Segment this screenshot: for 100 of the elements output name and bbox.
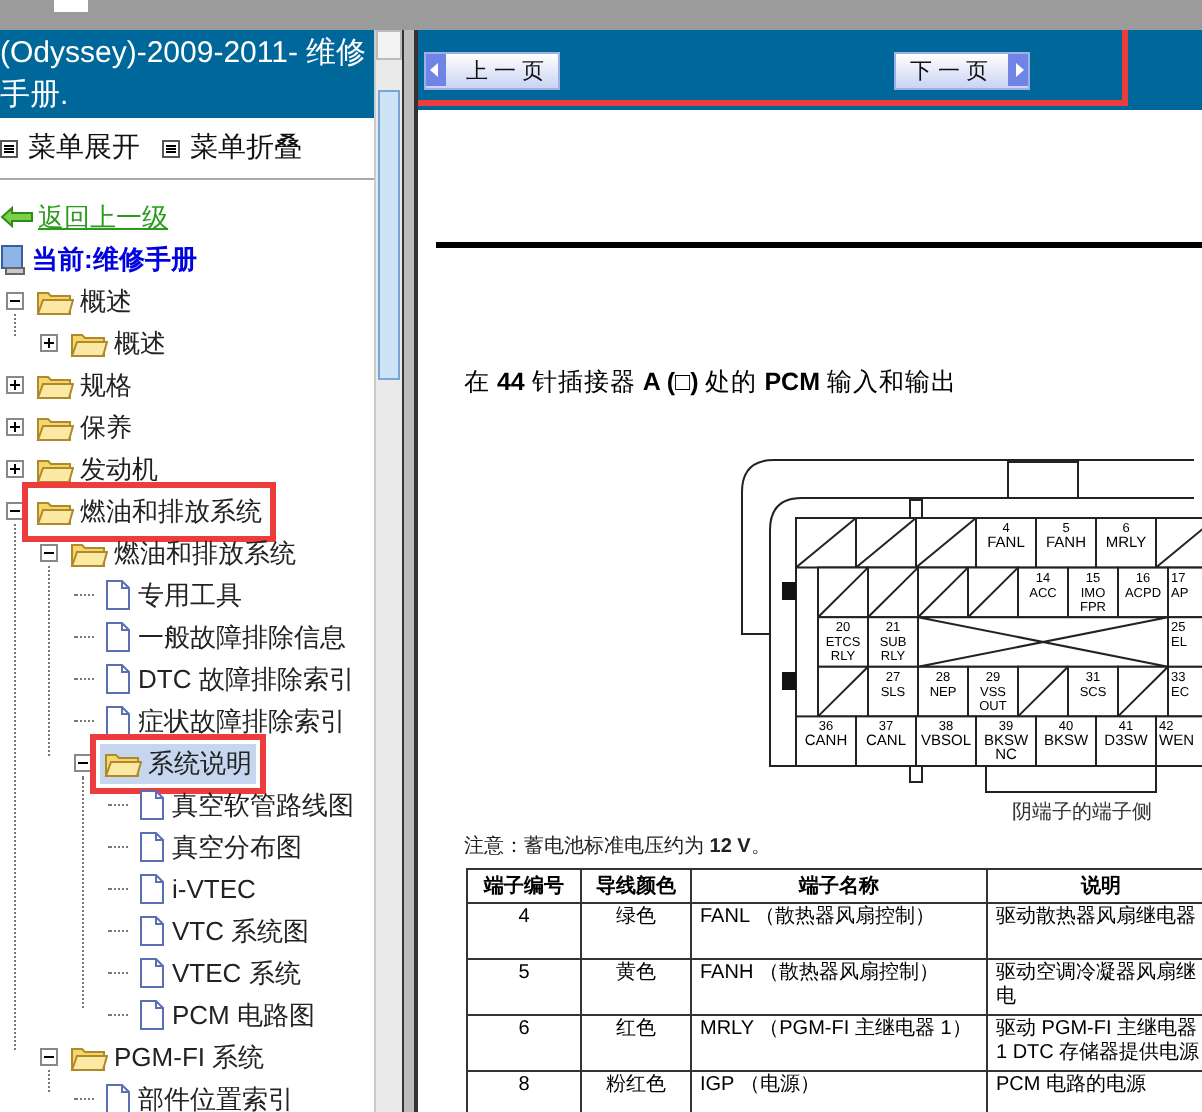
expander-icon[interactable] [40,334,58,352]
tree-item[interactable]: 系统说明 [100,743,256,783]
expander-icon[interactable] [74,754,92,772]
expander-icon[interactable] [40,544,58,562]
pin-cell [1035,517,1097,569]
scrollbar[interactable] [374,30,402,1112]
column-header: 端子名称 [691,869,987,903]
tree-item[interactable]: PGM-FI 系统 [66,1037,269,1077]
unused-pin-cell [915,517,977,569]
expander-icon[interactable] [6,418,24,436]
document-icon [138,872,166,906]
menu-link[interactable]: 菜单折叠 [190,130,302,166]
pin-cell [867,665,919,718]
tree-item[interactable]: 部件位置索引 [100,1079,298,1112]
pin-cell [1017,566,1069,619]
tree-connector-line [74,1098,94,1100]
tab-stub [54,0,88,12]
folder-icon [104,749,142,777]
table-cell: 4 [467,903,581,959]
pin-cell [1167,566,1202,619]
expander-icon[interactable] [6,502,24,520]
table-cell: FANH （散热器风扇控制） [691,959,987,1015]
splitter[interactable] [402,30,418,1112]
tree-item[interactable]: 真空分布图 [134,827,306,867]
tree-item[interactable]: PCM 电路图 [134,995,319,1035]
tree-item[interactable]: 保养 [32,407,136,447]
tree-item[interactable]: 症状故障排除索引 [100,701,350,741]
tree-item[interactable]: 燃油和排放系统 [66,533,300,573]
tree-connector-line [108,804,128,806]
arrow-right-icon [1008,54,1028,86]
tree-item[interactable]: 真空软管路线图 [134,785,358,825]
document-icon [104,704,132,738]
expander-icon[interactable] [6,292,24,310]
unused-pin-cell [855,517,917,569]
expander-icon[interactable] [40,1048,58,1066]
previous-page-button[interactable]: 上 一 页 [424,51,560,89]
pin-cell [975,517,1037,569]
tree-item[interactable]: 燃油和排放系统 [32,491,266,531]
tree-guide-line [14,314,16,336]
unused-pin-cell [1017,665,1069,718]
computer-icon [0,243,28,275]
tree-item[interactable]: i-VTEC [134,870,260,908]
pin-cell [915,715,977,767]
folder-icon [36,497,74,525]
table-cell: 6 [467,1015,581,1071]
document-icon [104,620,132,654]
table-cell: FANL （散热器风扇控制） [691,903,987,959]
menu-toggle-icon [162,139,180,157]
note-text: 注意：蓄电池标准电压约为 12 V。 [464,833,773,860]
tree-connector-line [74,678,94,680]
scrollbar-thumb[interactable] [378,90,400,380]
tree-connector-line [74,720,94,722]
tree-item[interactable]: 概述 [32,281,136,321]
pin-cell [1067,566,1119,619]
expander-icon[interactable] [6,460,24,478]
pin-cell [917,665,969,718]
table-cell: 8 [467,1071,581,1112]
expander-icon[interactable] [6,376,24,394]
back-link[interactable]: 返回上一级 [38,199,168,235]
unused-pin-cell [967,566,1019,619]
tree-connector-line [108,972,128,974]
arrow-left-icon [426,54,446,86]
table-cell: 绿色 [581,903,691,959]
menu-link[interactable]: 菜单展开 [28,130,140,166]
column-header: 端子编号 [467,869,581,903]
document-icon [138,956,166,990]
tree-item[interactable]: DTC 故障排除索引 [100,659,359,699]
document-icon [104,662,132,696]
folder-icon [70,329,108,357]
tree-item[interactable]: 发动机 [32,449,162,489]
latch-mark [782,582,796,600]
tree-guide-line [48,1070,50,1092]
document-icon [104,578,132,612]
next-page-button[interactable]: 下 一 页 [894,51,1030,89]
tree-item[interactable]: VTC 系统图 [134,911,314,951]
column-header: 导线颜色 [581,869,691,903]
table-cell: MRLY （PGM-FI 主继电器 1） [691,1015,987,1071]
pin-cell [1035,715,1097,767]
folder-icon [36,413,74,441]
section-heading: 在 44 针插接器 A (□) 处的 PCM 输入和输出 [464,368,959,398]
current-location: 当前:维修手册 [32,241,197,277]
unused-pin-cell [917,566,969,619]
tree-item[interactable]: 一般故障排除信息 [100,617,350,657]
tree-item[interactable]: 专用工具 [100,575,246,615]
tree-item[interactable]: 概述 [66,323,170,363]
pin-cell [967,665,1019,718]
unused-pin-cell [817,566,869,619]
tree-item[interactable]: 规格 [32,365,136,405]
pin-cell [867,616,919,668]
unused-pin-cell [867,566,919,619]
column-header: 说明 [987,869,1202,903]
pin-cell [817,616,869,668]
pin-cell [1117,566,1169,619]
table-cell: 红色 [581,1015,691,1071]
pin-cell [1067,665,1119,718]
tree-connector-line [108,930,128,932]
pin-cell [795,715,857,767]
tree-item[interactable]: VTEC 系统 [134,953,305,993]
folder-icon [70,1043,108,1071]
pin-cell [1095,715,1157,767]
